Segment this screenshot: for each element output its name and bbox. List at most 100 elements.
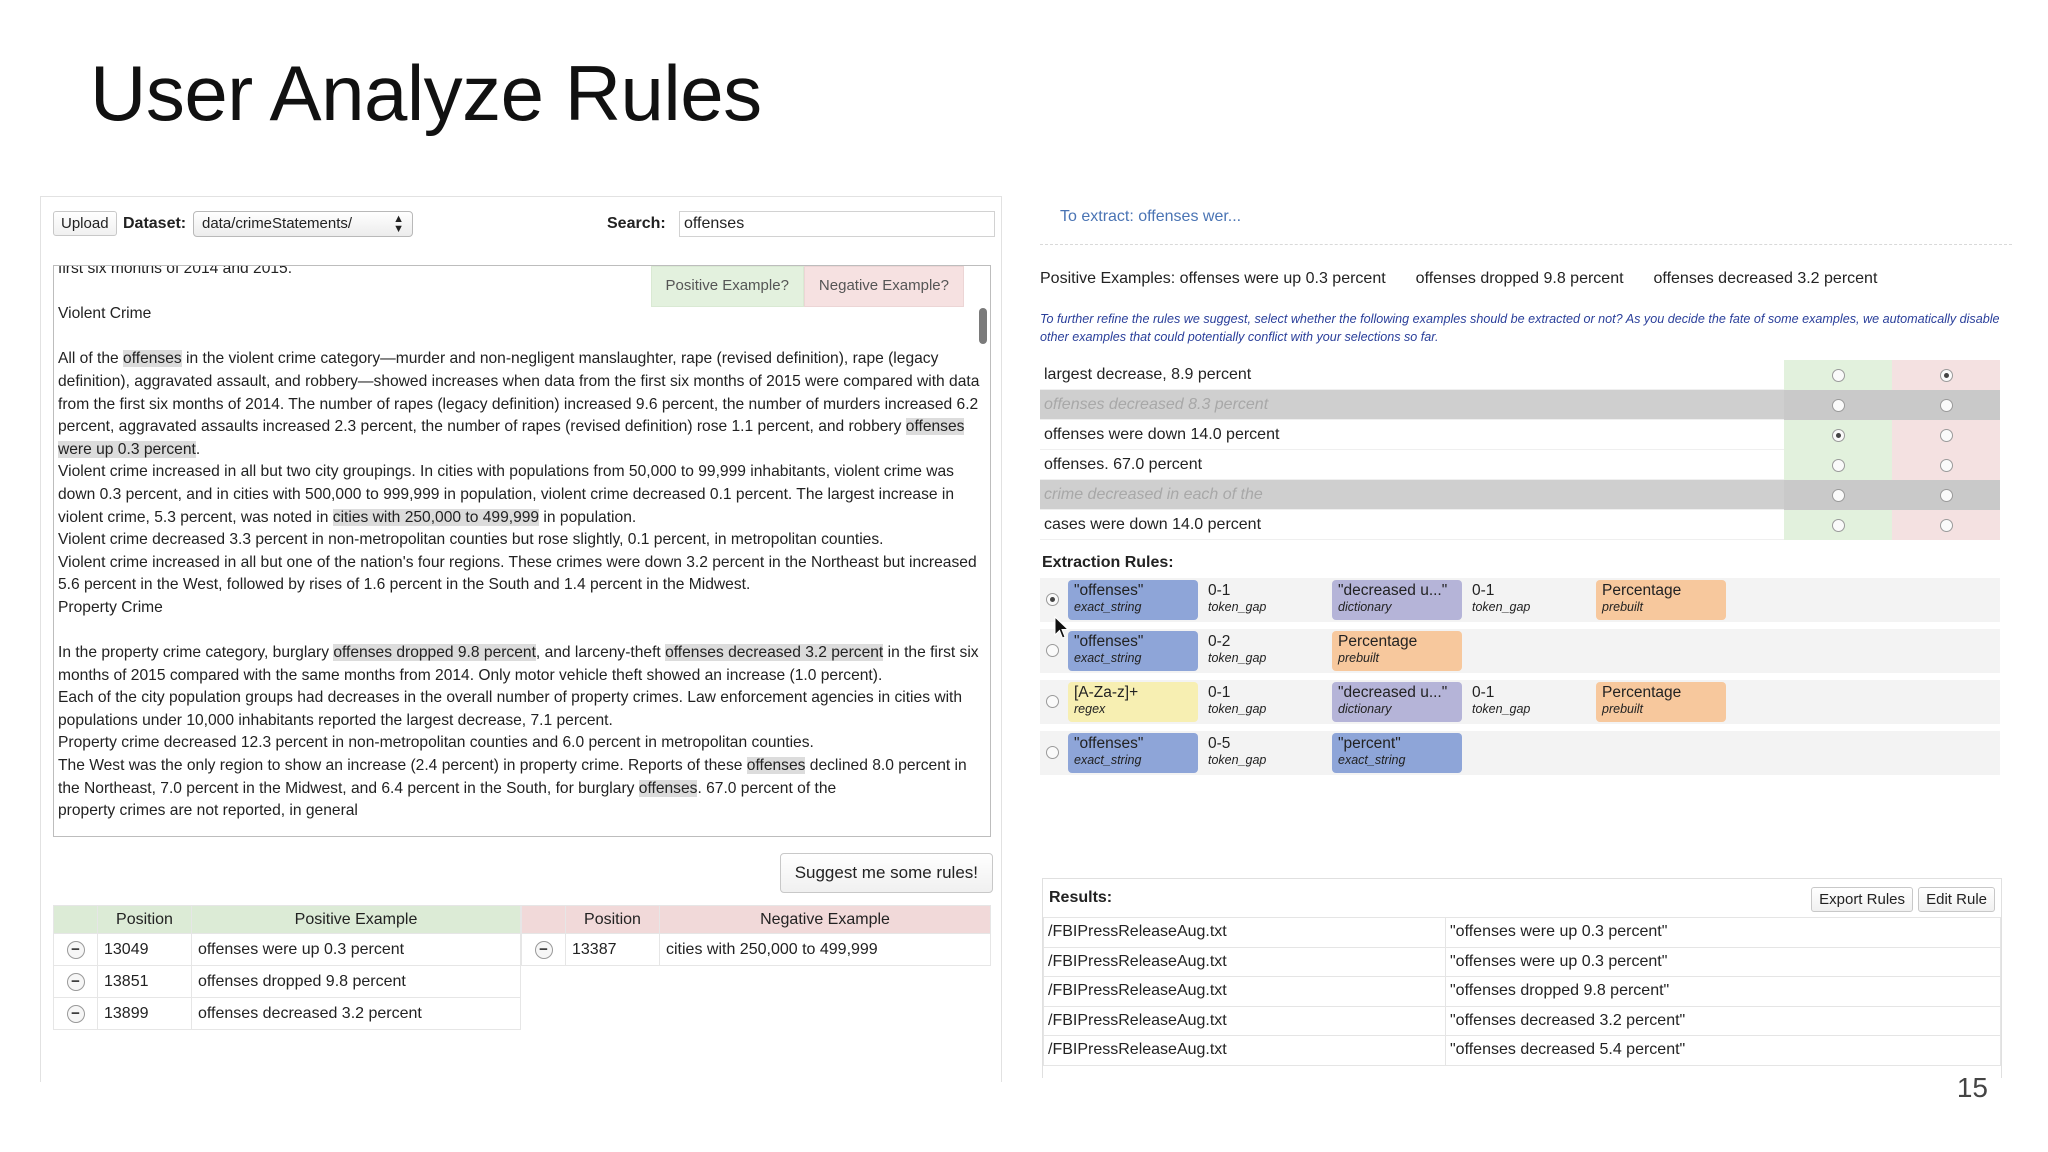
rule-radio[interactable] xyxy=(1046,593,1059,606)
highlight-match[interactable]: offenses decreased 3.2 percent xyxy=(665,644,884,662)
remove-icon[interactable]: − xyxy=(66,972,85,991)
negative-examples-table: Position Negative Example − 13387 cities… xyxy=(521,905,991,966)
position-cell: 13049 xyxy=(97,933,192,966)
example-cell: offenses were up 0.3 percent xyxy=(191,933,521,966)
position-cell: 13851 xyxy=(97,965,192,998)
list-item: largest decrease, 8.9 percent xyxy=(1040,360,2000,390)
highlight-match[interactable]: offenses dropped 9.8 percent xyxy=(333,644,536,662)
rule-token[interactable]: "decreased u..." dictionary xyxy=(1332,682,1462,722)
rule-token[interactable]: "offenses" exact_string xyxy=(1068,580,1198,620)
remove-icon[interactable]: − xyxy=(66,940,85,959)
paragraph: property crimes are not reported, in gen… xyxy=(58,802,358,820)
rule-token[interactable]: "offenses" exact_string xyxy=(1068,733,1198,773)
positive-radio[interactable] xyxy=(1832,429,1845,442)
rule-radio[interactable] xyxy=(1046,746,1059,759)
toolbar: Upload Dataset: data/crimeStatements/ ▲ ▼… xyxy=(53,211,995,239)
rules-panel: To extract: offenses wer... Positive Exa… xyxy=(1028,190,2018,1086)
page-number: 15 xyxy=(1956,1072,1988,1103)
paragraph: Violent crime increased in all but two c… xyxy=(58,463,955,526)
candidate-examples-list: largest decrease, 8.9 percent offenses d… xyxy=(1040,360,2000,540)
table-row[interactable]: /FBIPressReleaseAug.txt "offenses were up… xyxy=(1043,946,2001,977)
edit-rule-button[interactable]: Edit Rule xyxy=(1918,887,1995,912)
table-row[interactable]: /FBIPressReleaseAug.txt "offenses were up… xyxy=(1043,917,2001,948)
negative-radio[interactable] xyxy=(1940,459,1953,472)
positive-radio xyxy=(1832,399,1845,412)
table-row[interactable]: /FBIPressReleaseAug.txt "offenses decreas… xyxy=(1043,1005,2001,1036)
document-text[interactable]: first six months of 2014 and 2015. Viole… xyxy=(53,265,991,837)
negative-example-button[interactable]: Negative Example? xyxy=(803,266,964,307)
table-row[interactable]: /FBIPressReleaseAug.txt "offenses dropped… xyxy=(1043,976,2001,1007)
rule-radio[interactable] xyxy=(1046,695,1059,708)
export-rules-button[interactable]: Export Rules xyxy=(1811,887,1913,912)
select-arrows-icon: ▲ ▼ xyxy=(393,213,404,235)
table-header: Positive Example xyxy=(191,905,521,934)
table-header-blank xyxy=(53,905,98,934)
table-row[interactable]: /FBIPressReleaseAug.txt "offenses decreas… xyxy=(1043,1035,2001,1066)
rule-gap[interactable]: 0-1 token_gap xyxy=(1202,580,1272,616)
rule-token[interactable]: Percentage prebuilt xyxy=(1596,682,1726,722)
results-panel: Results: Export Rules Edit Rule /FBIPres… xyxy=(1042,878,2002,1078)
rule-gap[interactable]: 0-1 token_gap xyxy=(1466,682,1536,718)
rule-row[interactable]: "offenses" exact_string 0-1 token_gap "dec… xyxy=(1040,578,2000,622)
negative-radio[interactable] xyxy=(1940,429,1953,442)
search-input[interactable] xyxy=(679,211,995,237)
remove-icon[interactable]: − xyxy=(66,1004,85,1023)
results-label: Results: xyxy=(1049,889,1113,906)
paragraph: The West was the only region to show an … xyxy=(58,757,967,797)
rule-gap[interactable]: 0-1 token_gap xyxy=(1466,580,1536,616)
negative-radio[interactable] xyxy=(1940,519,1953,532)
paragraph: Property crime decreased 12.3 percent in… xyxy=(58,734,814,752)
list-item: offenses decreased 8.3 percent xyxy=(1040,390,2000,420)
highlight-match[interactable]: offenses xyxy=(638,779,698,797)
negative-radio xyxy=(1940,489,1953,502)
rule-token[interactable]: Percentage prebuilt xyxy=(1596,580,1726,620)
example-cell: cities with 250,000 to 499,999 xyxy=(659,933,991,966)
highlight-match[interactable]: offenses xyxy=(746,757,806,775)
rule-token[interactable]: Percentage prebuilt xyxy=(1332,631,1462,671)
rule-gap[interactable]: 0-5 token_gap xyxy=(1202,733,1272,769)
example-cell: offenses dropped 9.8 percent xyxy=(191,965,521,998)
paragraph: All of the offenses in the violent crime… xyxy=(58,350,980,458)
rule-token[interactable]: "percent" exact_string xyxy=(1332,733,1462,773)
scrollbar-thumb[interactable] xyxy=(979,308,987,344)
remove-icon[interactable]: − xyxy=(534,940,553,959)
rule-row[interactable]: "offenses" exact_string 0-5 token_gap "per… xyxy=(1040,731,2000,775)
rule-token[interactable]: "decreased u..." dictionary xyxy=(1332,580,1462,620)
dataset-select-value: data/crimeStatements/ xyxy=(202,215,353,232)
divider xyxy=(1040,244,2012,245)
slide-title: User Analyze Rules xyxy=(90,49,762,137)
positive-examples-table: Position Positive Example − 13049 offens… xyxy=(53,905,521,1030)
paragraph: Violent crime increased in all but one o… xyxy=(58,553,977,594)
table-header: Position xyxy=(565,905,660,934)
rule-token[interactable]: [A-Za-z]+ regex xyxy=(1068,682,1198,722)
positive-radio[interactable] xyxy=(1832,369,1845,382)
instructions-text: To further refine the rules we suggest, … xyxy=(1040,312,2000,344)
search-label: Search: xyxy=(607,215,666,232)
list-item: cases were down 14.0 percent xyxy=(1040,510,2000,540)
section-heading: Property Crime xyxy=(58,598,163,616)
positive-radio[interactable] xyxy=(1832,459,1845,472)
rule-row[interactable]: "offenses" exact_string 0-2 token_gap Perc… xyxy=(1040,629,2000,673)
example-cell: offenses decreased 3.2 percent xyxy=(191,997,521,1030)
positive-radio[interactable] xyxy=(1832,519,1845,532)
rules-label: Extraction Rules: xyxy=(1042,554,1174,571)
suggest-rules-button[interactable]: Suggest me some rules! xyxy=(779,853,993,893)
positive-example-button[interactable]: Positive Example? xyxy=(650,266,804,307)
negative-radio[interactable] xyxy=(1940,369,1953,382)
rule-token[interactable]: "offenses" exact_string xyxy=(1068,631,1198,671)
list-item: offenses. 67.0 percent xyxy=(1040,450,2000,480)
rule-gap[interactable]: 0-1 token_gap xyxy=(1202,682,1272,718)
rule-gap[interactable]: 0-2 token_gap xyxy=(1202,631,1272,667)
dataset-select[interactable]: data/crimeStatements/ ▲ ▼ xyxy=(193,211,413,237)
upload-button[interactable]: Upload xyxy=(53,211,117,236)
rule-row[interactable]: [A-Za-z]+ regex 0-1 token_gap "decreased u… xyxy=(1040,680,2000,724)
table-row: − 13851 offenses dropped 9.8 percent xyxy=(53,965,521,998)
highlight-match[interactable]: offenses xyxy=(123,350,182,368)
positive-examples-summary: Positive Examples: offenses were up 0.3 … xyxy=(1040,270,1878,287)
highlight-match[interactable]: cities with 250,000 to 499,999 xyxy=(332,508,540,526)
rule-radio[interactable] xyxy=(1046,644,1059,657)
extraction-rules: "offenses" exact_string 0-1 token_gap "dec… xyxy=(1040,578,2000,782)
list-item: offenses were down 14.0 percent xyxy=(1040,420,2000,450)
document-panel: Upload Dataset: data/crimeStatements/ ▲ ▼… xyxy=(40,196,1002,1082)
table-header-blank xyxy=(521,905,566,934)
